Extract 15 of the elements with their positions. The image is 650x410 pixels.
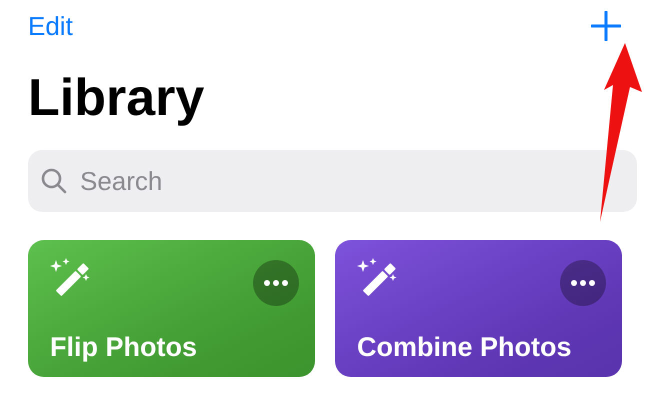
- more-button[interactable]: [253, 260, 299, 306]
- shortcut-card[interactable]: Combine Photos: [335, 240, 622, 377]
- shortcut-card[interactable]: Flip Photos: [28, 240, 315, 377]
- page-title: Library: [28, 72, 204, 124]
- search-field[interactable]: Search: [28, 150, 637, 212]
- ellipsis-icon: [264, 280, 288, 286]
- magic-wand-icon: [357, 258, 399, 298]
- add-icon[interactable]: [591, 11, 621, 41]
- magic-wand-icon: [50, 258, 92, 298]
- more-button[interactable]: [560, 260, 606, 306]
- search-icon: [40, 167, 68, 195]
- ellipsis-icon: [571, 280, 595, 286]
- edit-button[interactable]: Edit: [28, 13, 73, 39]
- shortcut-title: Combine Photos: [357, 334, 572, 361]
- shortcut-title: Flip Photos: [50, 334, 197, 361]
